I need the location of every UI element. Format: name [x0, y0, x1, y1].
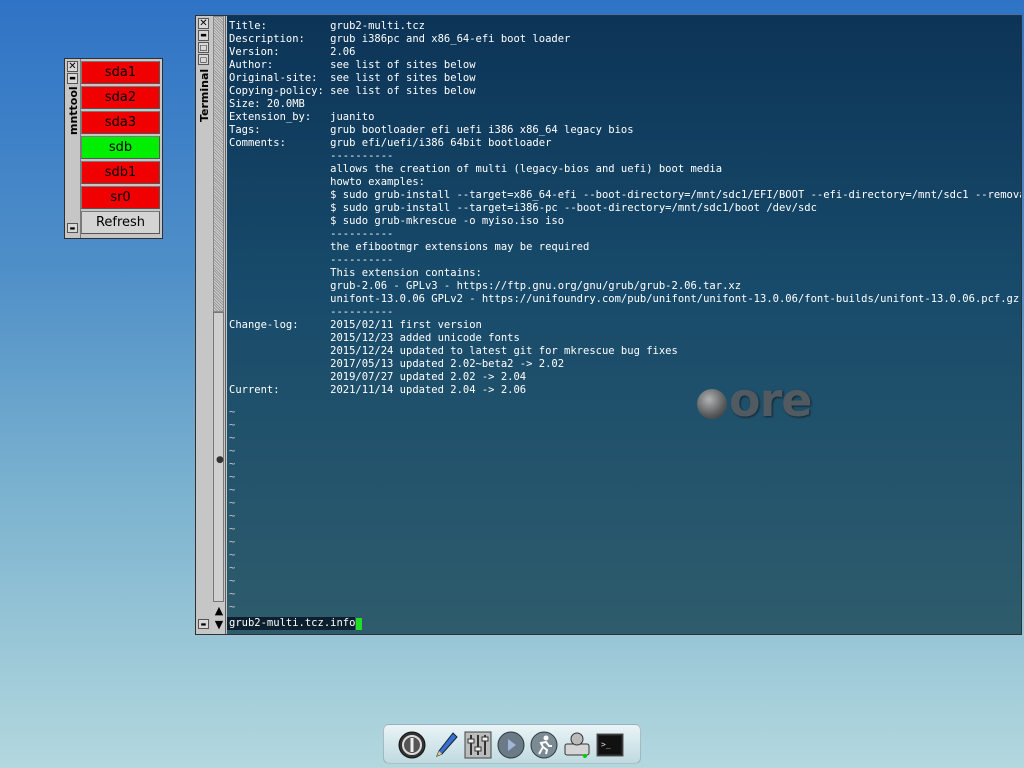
empty-line-tilde: ~ — [229, 419, 236, 431]
grip-icon: ● — [216, 455, 224, 465]
terminal-line: Tags: grub bootloader efi uefi i386 x86_… — [229, 124, 634, 136]
terminal-line: Size: 20.0MB — [229, 98, 305, 110]
terminal-line: Title: grub2-multi.tcz — [229, 20, 425, 32]
mnttool-title: mnttool — [67, 86, 80, 135]
mount-button-sda2[interactable]: sda2 — [81, 86, 160, 109]
terminal-icon[interactable]: >_ — [595, 730, 625, 760]
resize-icon[interactable]: ▬ — [198, 619, 209, 629]
terminal-line: Current: 2021/11/14 updated 2.04 -> 2.06 — [229, 384, 527, 396]
terminal-line: ---------- — [229, 150, 394, 162]
empty-line-tilde: ~ — [229, 523, 236, 535]
terminal-line: 2019/07/27 updated 2.02 -> 2.04 — [229, 371, 527, 383]
empty-line-tilde: ~ — [229, 536, 236, 548]
terminal-line: $ sudo grub-mkrescue -o myiso.iso iso — [229, 215, 565, 227]
maximize-icon[interactable]: □ — [198, 42, 209, 53]
terminal-line: Copying-policy: see list of sites below — [229, 85, 476, 97]
svg-text:>_: >_ — [601, 740, 611, 749]
terminal-title: Terminal — [198, 68, 211, 122]
terminal-line: allows the creation of multi (legacy-bio… — [229, 163, 723, 175]
refresh-button[interactable]: Refresh — [81, 211, 160, 234]
control-panel-icon[interactable] — [463, 730, 493, 760]
empty-line-tilde: ~ — [229, 471, 236, 483]
terminal-line: ---------- — [229, 306, 394, 318]
mnttool-titlebar[interactable]: ✕ ▬ mnttool ▬ — [65, 59, 81, 238]
apps-icon[interactable] — [496, 730, 526, 760]
empty-line-tilde: ~ — [229, 497, 236, 509]
empty-line-tilde: ~ — [229, 601, 236, 613]
terminal-line: ---------- — [229, 228, 394, 240]
terminal-line: $ sudo grub-install --target=i386-pc --b… — [229, 202, 817, 214]
terminal-line: $ sudo grub-install --target=x86_64-efi … — [229, 189, 1021, 201]
empty-line-tilde: ~ — [229, 445, 236, 457]
scrollbar-trough[interactable] — [213, 16, 224, 312]
dock: >_ — [383, 724, 641, 764]
tinycore-wallpaper-logo: ore — [697, 373, 812, 427]
mount-button-sdb[interactable]: sdb — [81, 136, 160, 159]
terminal-line: howto examples: — [229, 176, 425, 188]
terminal-window: ✕ ▬ □ ▢ Terminal ▬ ● ▲ ▼ ore Title: grub… — [195, 15, 1022, 635]
resize-icon[interactable]: ▬ — [67, 223, 78, 233]
empty-line-tilde: ~ — [229, 562, 236, 574]
scrollbar-thumb[interactable]: ● — [213, 312, 224, 602]
empty-line-tilde: ~ — [229, 510, 236, 522]
terminal-line: This extension contains: — [229, 267, 482, 279]
run-icon[interactable] — [529, 730, 559, 760]
empty-line-tilde: ~ — [229, 588, 236, 600]
mount-button-sda1[interactable]: sda1 — [81, 61, 160, 84]
scroll-up-icon[interactable]: ▲ — [213, 604, 225, 617]
terminal-line: ---------- — [229, 254, 394, 266]
exit-icon[interactable] — [397, 730, 427, 760]
minimize-icon[interactable]: ▬ — [67, 73, 78, 84]
mount-icon[interactable] — [562, 730, 592, 760]
close-icon[interactable]: ✕ — [67, 61, 78, 72]
terminal-titlebar[interactable]: ✕ ▬ □ ▢ Terminal ▬ — [196, 16, 213, 634]
editor-icon[interactable] — [431, 730, 461, 760]
empty-line-tilde: ~ — [229, 406, 236, 418]
close-icon[interactable]: ✕ — [198, 18, 209, 29]
terminal-text-area[interactable]: ore Title: grub2-multi.tcz Description: g… — [227, 16, 1021, 634]
mnttool-window: ✕ ▬ mnttool ▬ sda1 sda2 sda3 sdb sdb1 sr… — [64, 58, 163, 239]
terminal-line: 2015/12/24 updated to latest git for mkr… — [229, 345, 678, 357]
restore-icon[interactable]: ▢ — [198, 54, 209, 65]
empty-line-tilde: ~ — [229, 575, 236, 587]
mount-button-sda3[interactable]: sda3 — [81, 111, 160, 134]
status-filename: grub2-multi.tcz.info — [227, 617, 356, 630]
mount-button-sr0[interactable]: sr0 — [81, 186, 160, 209]
terminal-line: Description: grub i386pc and x86_64-efi … — [229, 33, 571, 45]
terminal-line: Change-log: 2015/02/11 first version — [229, 319, 482, 331]
mount-button-sdb1[interactable]: sdb1 — [81, 161, 160, 184]
terminal-line: grub-2.06 - GPLv3 - https://ftp.gnu.org/… — [229, 280, 742, 292]
terminal-line: Original-site: see list of sites below — [229, 72, 476, 84]
text-cursor — [356, 618, 362, 630]
terminal-scrollbar[interactable]: ● ▲ ▼ — [212, 16, 226, 634]
core-logo-icon — [697, 388, 727, 419]
empty-line-tilde: ~ — [229, 458, 236, 470]
scroll-down-icon[interactable]: ▼ — [213, 618, 225, 631]
empty-line-tilde: ~ — [229, 549, 236, 561]
terminal-line: 2017/05/13 updated 2.02~beta2 -> 2.02 — [229, 358, 565, 370]
terminal-line: Author: see list of sites below — [229, 59, 476, 71]
terminal-line: Extension_by: juanito — [229, 111, 375, 123]
terminal-line: unifont-13.0.06 GPLv2 - https://unifound… — [229, 293, 1020, 305]
terminal-line: Version: 2.06 — [229, 46, 356, 58]
terminal-line: Comments: grub efi/uefi/i386 64bit bootl… — [229, 137, 552, 149]
terminal-line: 2015/12/23 added unicode fonts — [229, 332, 520, 344]
minimize-icon[interactable]: ▬ — [198, 30, 209, 41]
empty-line-tilde: ~ — [229, 484, 236, 496]
empty-line-tilde: ~ — [229, 432, 236, 444]
logo-text: ore — [729, 373, 812, 427]
terminal-line: the efibootmgr extensions may be require… — [229, 241, 590, 253]
